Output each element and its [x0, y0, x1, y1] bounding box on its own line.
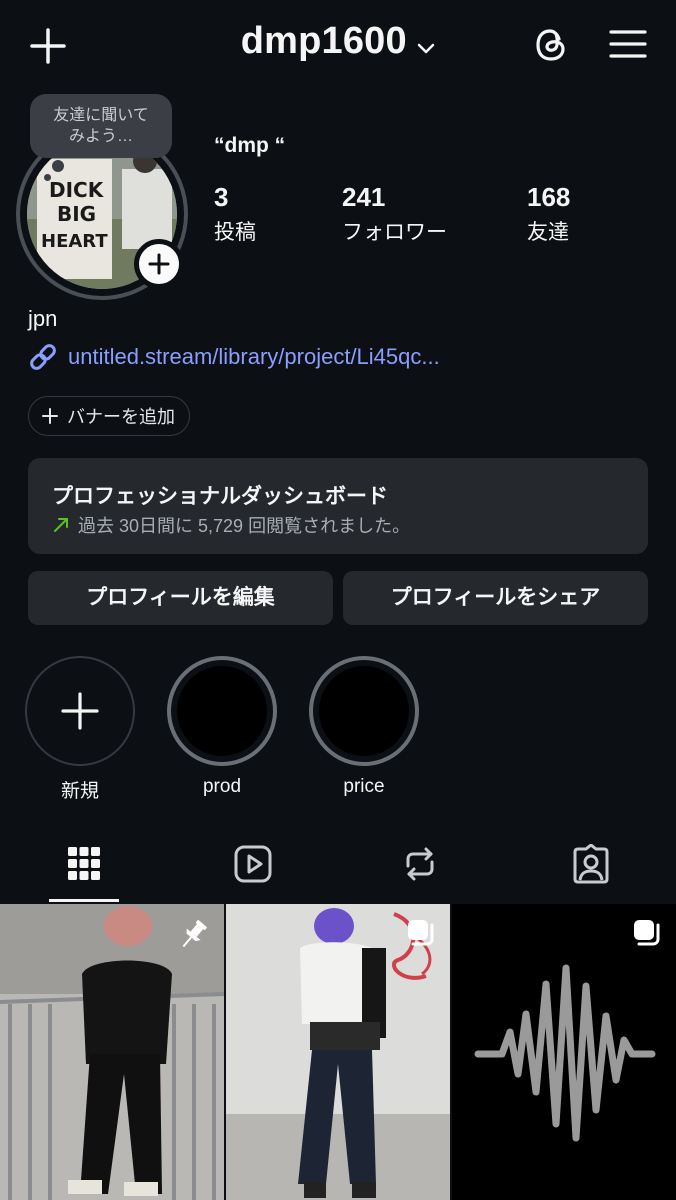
highlight-cover — [177, 666, 267, 756]
highlight-price[interactable]: price — [308, 656, 420, 798]
profile-tabs — [0, 832, 676, 904]
multiple-posts-icon — [408, 920, 434, 946]
stat-friends[interactable]: 168 友達 — [527, 182, 570, 246]
dashboard-views-text: 過去 30日間に 5,729 回閲覧されました。 — [78, 516, 411, 536]
top-bar: dmp1600 — [0, 0, 676, 90]
link-text[interactable]: untitled.stream/library/project/Li45qc..… — [68, 344, 440, 370]
reposts-icon — [406, 847, 434, 881]
tab-posts-grid[interactable] — [0, 832, 169, 904]
post-image — [226, 904, 450, 1200]
note-text-line1: 友達に聞いて — [53, 107, 149, 124]
profile-page: dmp1600 DICK BIG HEART 友達に聞いて みよう… “dmp … — [0, 0, 676, 1200]
tab-tagged[interactable] — [507, 832, 676, 904]
share-profile-button[interactable]: プロフィールをシェア — [343, 571, 648, 625]
bio: jpn — [28, 306, 58, 331]
highlight-circle — [309, 656, 419, 766]
reels-icon — [234, 845, 272, 883]
highlight-label: 新規 — [60, 781, 99, 802]
stat-label: フォロワー — [342, 221, 447, 244]
note-bubble[interactable]: 友達に聞いて みよう… — [30, 94, 172, 158]
stat-label: 友達 — [527, 221, 569, 244]
new-highlight-circle — [25, 656, 135, 766]
plus-icon — [42, 408, 58, 424]
post-tile[interactable] — [0, 904, 224, 1200]
edit-profile-button[interactable]: プロフィールを編集 — [28, 571, 333, 625]
highlight-new[interactable]: 新規 — [24, 656, 136, 803]
tab-reposts[interactable] — [338, 832, 507, 904]
username[interactable]: dmp1600 — [241, 20, 407, 62]
note-tail-small — [44, 174, 51, 181]
stat-value: 241 — [342, 182, 386, 212]
highlight-label: prod — [202, 776, 242, 797]
display-name: “dmp “ — [214, 134, 286, 157]
stat-followers[interactable]: 241 フォロワー — [342, 182, 447, 246]
pin-icon — [182, 920, 207, 948]
stat-posts[interactable]: 3 投稿 — [214, 182, 256, 246]
note-text-line2: みよう… — [68, 128, 133, 145]
highlight-prod[interactable]: prod — [166, 656, 278, 798]
tagged-icon — [573, 844, 609, 884]
highlight-label: price — [343, 776, 385, 797]
tab-reels[interactable] — [169, 832, 338, 904]
grid-icon — [68, 847, 100, 880]
stat-value: 168 — [527, 182, 571, 212]
add-banner-button[interactable]: バナーを追加 — [28, 396, 190, 436]
active-tab-indicator — [49, 899, 119, 902]
highlight-circle — [167, 656, 277, 766]
highlight-cover — [319, 666, 409, 756]
threads-icon[interactable] — [530, 24, 572, 66]
post-image — [452, 904, 676, 1200]
note-tail — [52, 160, 64, 172]
link-icon — [30, 344, 56, 370]
profile-link[interactable]: untitled.stream/library/project/Li45qc..… — [28, 342, 440, 372]
add-banner-label: バナーを追加 — [67, 407, 175, 427]
plus-icon — [148, 253, 170, 275]
hamburger-menu-icon[interactable] — [608, 26, 648, 62]
professional-dashboard-card[interactable]: プロフェッショナルダッシュボード 過去 30日間に 5,729 回閲覧されました… — [28, 458, 648, 554]
stat-label: 投稿 — [214, 221, 256, 244]
dashboard-title: プロフェッショナルダッシュボード — [52, 485, 388, 508]
svg-text:BIG: BIG — [57, 202, 96, 226]
dashboard-subtitle: 過去 30日間に 5,729 回閲覧されました。 — [52, 512, 410, 538]
svg-text:DICK: DICK — [49, 178, 105, 202]
plus-icon — [61, 692, 99, 730]
post-tile[interactable] — [452, 904, 676, 1200]
post-tile[interactable] — [226, 904, 450, 1200]
multiple-posts-icon — [634, 920, 660, 946]
account-switcher[interactable]: dmp1600 — [0, 20, 676, 63]
trend-up-arrow-icon — [54, 518, 68, 532]
stat-value: 3 — [214, 182, 229, 212]
add-story-button[interactable] — [134, 239, 184, 289]
svg-text:HEART: HEART — [41, 231, 108, 252]
chevron-down-icon[interactable] — [417, 42, 435, 56]
